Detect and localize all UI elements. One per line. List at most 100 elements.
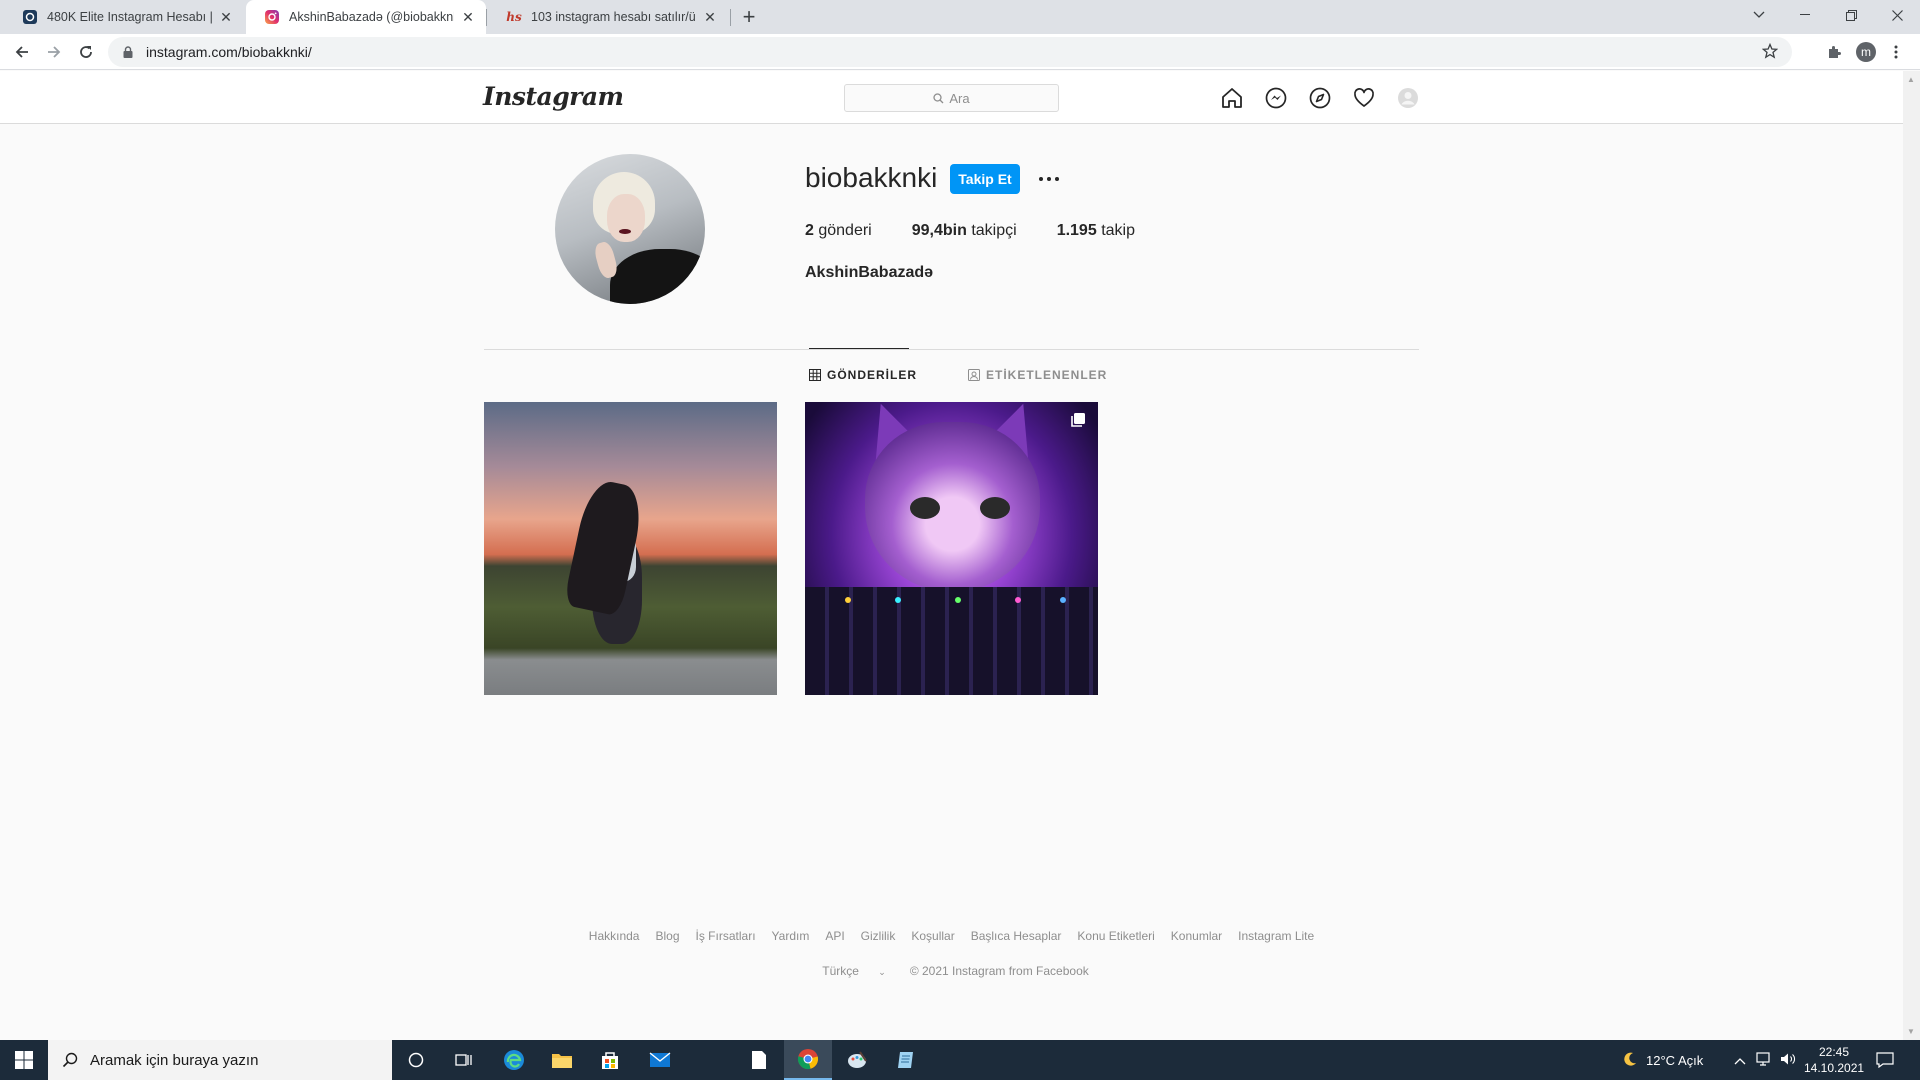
search-placeholder: Ara: [949, 90, 970, 106]
browser-tab-1[interactable]: 480K Elite Instagram Hesabı | İter ✕: [4, 0, 244, 34]
footer-link[interactable]: Hakkında: [589, 929, 640, 943]
profile-picture[interactable]: [555, 154, 705, 304]
browser-tab-2[interactable]: AkshinBabazadə (@biobakknki) • ✕: [246, 0, 486, 34]
footer-link[interactable]: Konu Etiketleri: [1077, 929, 1154, 943]
carousel-multiple-icon: [1070, 412, 1086, 433]
explore-compass-icon[interactable]: [1308, 86, 1332, 110]
footer-link[interactable]: Koşullar: [911, 929, 954, 943]
instagram-favicon-icon: [264, 9, 280, 25]
tab-title: AkshinBabazadə (@biobakknki) •: [289, 10, 454, 24]
browser-tab-3[interactable]: hs 103 instagram hesabı satılır/ünal ✕: [488, 0, 728, 34]
photo-detail: [607, 194, 645, 242]
profile-button[interactable]: m: [1852, 38, 1880, 66]
minimize-button[interactable]: [1782, 0, 1828, 30]
forward-button[interactable]: [40, 38, 68, 66]
footer-link[interactable]: Konumlar: [1171, 929, 1222, 943]
search-icon: [933, 92, 944, 104]
restore-button[interactable]: [1828, 0, 1874, 30]
notification-icon: [1876, 1052, 1894, 1068]
clock-time: 22:45: [1818, 1045, 1850, 1059]
tab-posts-label: GÖNDERİLER: [827, 368, 918, 382]
scroll-down-arrow-icon[interactable]: ▼: [1907, 1027, 1915, 1036]
file-explorer-button[interactable]: [538, 1040, 586, 1080]
page-scrollbar[interactable]: ▲ ▼: [1903, 71, 1920, 1040]
forward-arrow-icon: [48, 46, 61, 58]
moon-icon: [1622, 1051, 1638, 1070]
bookmark-star-icon[interactable]: [1761, 42, 1779, 64]
tab-search-chevron-icon[interactable]: [1736, 0, 1782, 30]
back-arrow-icon: [15, 46, 28, 58]
mail-app-button[interactable]: [636, 1040, 684, 1080]
instagram-logo[interactable]: Instagram: [483, 82, 624, 111]
reload-button[interactable]: [72, 38, 100, 66]
chrome-app-button[interactable]: [784, 1040, 832, 1080]
photo-detail: [805, 587, 1098, 695]
following-count: 1.195: [1056, 222, 1097, 239]
footer-link[interactable]: Gizlilik: [861, 929, 896, 943]
close-window-button[interactable]: [1874, 0, 1920, 30]
network-icon[interactable]: [1756, 1051, 1772, 1069]
store-app-button[interactable]: [586, 1040, 634, 1080]
tab-tagged-label: ETİKETLENENLER: [986, 368, 1108, 382]
tab-posts[interactable]: GÖNDERİLER: [809, 368, 917, 382]
task-view-button[interactable]: [440, 1040, 488, 1080]
close-icon[interactable]: ✕: [460, 9, 476, 25]
footer-link[interactable]: Yardım: [772, 929, 810, 943]
tagged-user-icon: [968, 369, 980, 381]
folder-icon: [552, 1054, 572, 1068]
notepad-icon: [898, 1052, 913, 1068]
footer-link[interactable]: İş Fırsatları: [696, 929, 756, 943]
scroll-up-arrow-icon[interactable]: ▲: [1907, 75, 1915, 84]
following-stat[interactable]: 1.195 takip: [1057, 222, 1135, 240]
follow-button[interactable]: Takip Et: [950, 164, 1020, 194]
avatar: m: [1856, 42, 1876, 62]
notepad-app-button[interactable]: [735, 1040, 783, 1080]
posts-count: 2: [805, 222, 814, 239]
volume-icon[interactable]: [1780, 1052, 1796, 1069]
grid-icon: [809, 369, 821, 381]
mail-envelope-icon: [649, 1052, 671, 1067]
extensions-button[interactable]: [1820, 38, 1848, 66]
more-options-button[interactable]: [1036, 166, 1062, 192]
edge-app-button[interactable]: [490, 1040, 538, 1080]
back-button[interactable]: [8, 38, 36, 66]
address-bar[interactable]: instagram.com/biobakknki/: [108, 37, 1792, 67]
close-icon[interactable]: ✕: [702, 9, 718, 25]
new-tab-button[interactable]: +: [736, 4, 762, 30]
photo-detail: [910, 497, 940, 519]
windows-logo-icon: [15, 1051, 33, 1069]
post-thumbnail[interactable]: [484, 402, 777, 695]
cortana-button[interactable]: [392, 1040, 440, 1080]
footer-bottom: Türkçe ⌄ © 2021 Instagram from Facebook: [0, 964, 1903, 978]
profile-avatar-icon[interactable]: [1396, 86, 1420, 110]
footer-link[interactable]: Başlıca Hesaplar: [971, 929, 1062, 943]
browser-menu-button[interactable]: [1882, 38, 1910, 66]
photo-detail: [1015, 597, 1021, 603]
footer-links: Hakkında Blog İş Fırsatları Yardım API G…: [0, 929, 1903, 943]
footer-link[interactable]: Blog: [655, 929, 679, 943]
system-clock[interactable]: 22:45 14.10.2021: [1804, 1044, 1864, 1076]
notes-app-button[interactable]: [882, 1040, 930, 1080]
tab-tagged[interactable]: ETİKETLENENLER: [968, 368, 1107, 382]
search-input[interactable]: Ara: [844, 84, 1059, 112]
footer-link[interactable]: Instagram Lite: [1238, 929, 1314, 943]
chrome-icon: [797, 1049, 819, 1070]
paint-app-button[interactable]: [833, 1040, 881, 1080]
post-thumbnail[interactable]: [805, 402, 1098, 695]
tab-separator: [486, 9, 487, 26]
weather-text: 12°C Açık: [1646, 1052, 1704, 1068]
chevron-up-icon[interactable]: [1734, 1053, 1746, 1068]
notification-center-button[interactable]: [1876, 1040, 1894, 1080]
messenger-icon[interactable]: [1264, 86, 1288, 110]
weather-widget[interactable]: 12°C Açık: [1622, 1040, 1703, 1080]
close-icon[interactable]: ✕: [218, 9, 234, 25]
footer-link[interactable]: API: [825, 929, 844, 943]
home-icon[interactable]: [1220, 86, 1244, 110]
followers-stat[interactable]: 99,4bin takipçi: [912, 222, 1017, 240]
heart-icon[interactable]: [1352, 86, 1376, 110]
instagram-header: Instagram Ara: [0, 71, 1903, 124]
following-label: takip: [1101, 222, 1135, 239]
start-button[interactable]: [0, 1040, 48, 1080]
taskbar-search-input[interactable]: Aramak için buraya yazın: [48, 1040, 392, 1080]
language-select[interactable]: Türkçe ⌄: [814, 964, 894, 978]
